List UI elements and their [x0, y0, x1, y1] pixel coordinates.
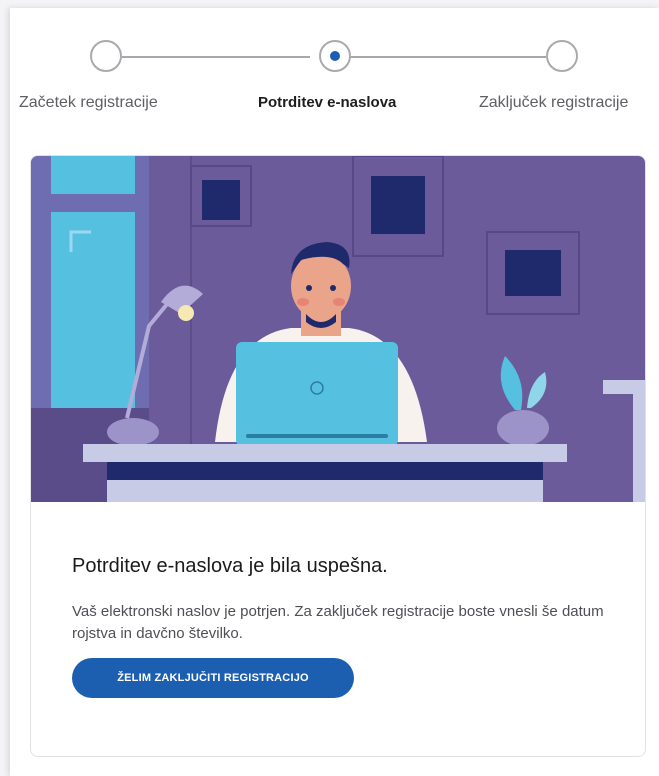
- confirmation-description: Vaš elektronski naslov je potrjen. Za za…: [72, 603, 604, 642]
- step-3-indicator: [546, 40, 578, 72]
- step-3-label: Zaključek registracije: [479, 94, 629, 111]
- step-2-indicator: [319, 40, 351, 72]
- stepper-connector-1: [122, 56, 310, 58]
- registration-stepper: Začetek registracije Potrditev e-naslova…: [10, 8, 659, 138]
- step-2-label: Potrditev e-naslova: [258, 94, 397, 111]
- man-at-laptop-illustration: [31, 156, 645, 502]
- registration-panel: Začetek registracije Potrditev e-naslova…: [10, 8, 659, 776]
- complete-registration-button[interactable]: ŽELIM ZAKLJUČITI REGISTRACIJO: [72, 658, 354, 698]
- confirmation-heading: Potrditev e-naslova je bila uspešna.: [72, 555, 388, 577]
- confirmation-card: Potrditev e-naslova je bila uspešna. Vaš…: [30, 155, 646, 757]
- step-1-indicator: [90, 40, 122, 72]
- stepper-connector-2: [350, 56, 546, 58]
- step-1-label: Začetek registracije: [19, 94, 158, 111]
